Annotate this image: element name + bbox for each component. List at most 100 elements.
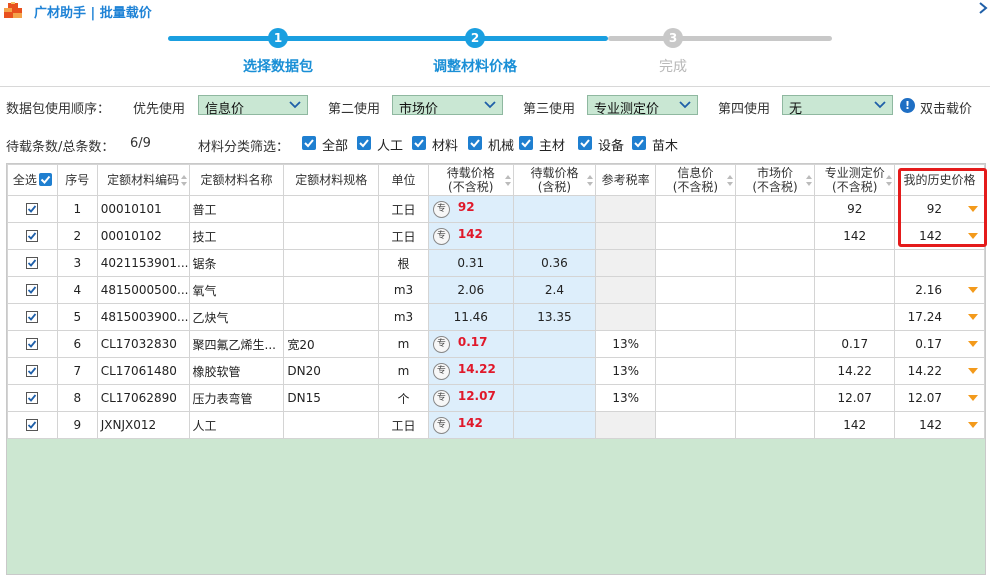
history-price-cell[interactable]: 142 [894, 411, 985, 439]
pending-in-cell[interactable] [512, 222, 597, 250]
dropdown-triangle-icon[interactable] [968, 368, 978, 374]
table-row[interactable]: 1 00010101 普工 工日专 92 92 92 [7, 195, 985, 223]
filter-checkbox-3[interactable] [468, 136, 482, 150]
filter-checkbox-0[interactable] [302, 136, 316, 150]
history-price-header[interactable]: 我的历史价格 [894, 164, 985, 196]
pending-in-cell[interactable]: 2.4 [512, 276, 597, 304]
dropdown-triangle-icon[interactable] [968, 233, 978, 239]
row-select-cell[interactable] [7, 357, 58, 385]
history-price-cell[interactable]: 92 [894, 195, 985, 223]
seq-header[interactable]: 序号 [56, 164, 98, 196]
history-price-cell[interactable]: 14.22 [894, 357, 985, 385]
row-checkbox[interactable] [26, 338, 39, 350]
filter-option-label[interactable]: 设备 [598, 135, 624, 154]
pending-ex-cell[interactable]: 专 92 [427, 195, 514, 223]
table-row[interactable]: 2 00010102 技工 工日专 142 142 142 [7, 222, 985, 250]
row-checkbox[interactable] [26, 257, 39, 269]
row-select-cell[interactable] [7, 222, 58, 250]
step-1-label[interactable]: 选择数据包 [218, 56, 338, 76]
row-select-cell[interactable] [7, 411, 58, 439]
table-row[interactable]: 9 JXNJX012 人工 工日专 142 142 142 [7, 411, 985, 439]
filter-option-label[interactable]: 人工 [377, 135, 403, 154]
row-select-cell[interactable] [7, 276, 58, 304]
name-header[interactable]: 定额材料名称 [188, 164, 285, 196]
dropdown-triangle-icon[interactable] [968, 422, 978, 428]
filter-checkbox-2[interactable] [412, 136, 426, 150]
pending-ex-header[interactable]: 待载价格 (不含税) [427, 164, 514, 196]
history-price-cell[interactable]: 142 [894, 222, 985, 250]
fourth-use-dropdown[interactable]: 无 [782, 95, 893, 117]
progress-stepper: 1 选择数据包 2 调整材料价格 3 完成 [0, 22, 990, 84]
dropdown-triangle-icon[interactable] [968, 206, 978, 212]
dropdown-triangle-icon[interactable] [968, 287, 978, 293]
row-checkbox[interactable] [26, 392, 39, 404]
table-row[interactable]: 3 4021153901... 锯条 根 0.31 0.36 [7, 249, 985, 277]
history-price-cell[interactable]: 2.16 [894, 276, 985, 304]
history-price-cell[interactable]: 17.24 [894, 303, 985, 331]
filter-option-label[interactable]: 机械 [488, 135, 514, 154]
third-use-dropdown[interactable]: 专业测定价 [587, 95, 698, 117]
first-use-dropdown[interactable]: 信息价 [198, 95, 308, 117]
unit-header[interactable]: 单位 [378, 164, 429, 196]
info-price-header[interactable]: 信息价 (不含税) [655, 164, 736, 196]
pending-in-cell[interactable] [512, 330, 597, 358]
filter-checkbox-5[interactable] [578, 136, 592, 150]
table-row[interactable]: 4 4815000500... 氧气 m3 2.06 2.4 2.16 [7, 276, 985, 304]
row-checkbox[interactable] [26, 203, 39, 215]
second-use-dropdown[interactable]: 市场价 [392, 95, 503, 117]
info-icon[interactable]: ! [900, 98, 915, 113]
double-click-load-price[interactable]: 双击载价 [920, 98, 972, 117]
row-select-cell[interactable] [7, 384, 58, 412]
step-2-label[interactable]: 调整材料价格 [415, 56, 535, 76]
pending-in-cell[interactable]: 0.36 [512, 249, 597, 277]
tax-header[interactable]: 参考税率 [595, 164, 657, 196]
select-all-header[interactable]: 全选 [7, 164, 58, 196]
filter-option-label[interactable]: 全部 [322, 135, 348, 154]
spec-header[interactable]: 定额材料规格 [283, 164, 380, 196]
row-select-cell[interactable] [7, 303, 58, 331]
history-price-cell[interactable]: 12.07 [894, 384, 985, 412]
pending-ex-cell[interactable]: 专 142 [427, 411, 514, 439]
pending-in-cell[interactable] [512, 411, 597, 439]
market-price-header[interactable]: 市场价 (不含税) [734, 164, 816, 196]
pending-in-cell[interactable] [512, 384, 597, 412]
pending-in-cell[interactable] [512, 195, 597, 223]
table-row[interactable]: 5 4815003900... 乙炔气 m3 11.46 13.35 17.24 [7, 303, 985, 331]
pending-ex-cell[interactable]: 2.06 [427, 276, 514, 304]
row-checkbox[interactable] [26, 311, 39, 323]
filter-checkbox-1[interactable] [357, 136, 371, 150]
pending-in-header[interactable]: 待载价格 (含税) [512, 164, 597, 196]
pending-ex-cell[interactable]: 11.46 [427, 303, 514, 331]
pending-ex-cell[interactable]: 专 14.22 [427, 357, 514, 385]
history-price-cell[interactable] [894, 249, 985, 277]
filter-checkbox-6[interactable] [632, 136, 646, 150]
dropdown-triangle-icon[interactable] [968, 395, 978, 401]
dropdown-triangle-icon[interactable] [968, 314, 978, 320]
row-select-cell[interactable] [7, 249, 58, 277]
row-checkbox[interactable] [26, 419, 39, 431]
row-checkbox[interactable] [26, 365, 39, 377]
select-all-checkbox[interactable] [38, 173, 52, 186]
table-row[interactable]: 8 CL17062890 压力表弯管 DN15 个专 12.07 13% 12.07 12.07 [7, 384, 985, 412]
code-header[interactable]: 定额材料编码 [96, 164, 190, 196]
row-select-cell[interactable] [7, 330, 58, 358]
filter-option-label[interactable]: 主材 [539, 135, 565, 154]
filter-option-label[interactable]: 苗木 [652, 135, 678, 154]
table-row[interactable]: 6 CL17032830 聚四氟乙烯生... 宽20 m 专 0.17 13% 0.17 0.17 [7, 330, 985, 358]
row-checkbox[interactable] [26, 284, 39, 296]
pending-ex-cell[interactable]: 专 12.07 [427, 384, 514, 412]
pending-ex-cell[interactable]: 0.31 [427, 249, 514, 277]
pending-in-cell[interactable] [512, 357, 597, 385]
pro-price-header[interactable]: 专业测定价 (不含税) [814, 164, 896, 196]
filter-checkbox-4[interactable] [519, 136, 533, 150]
dropdown-triangle-icon[interactable] [968, 341, 978, 347]
row-select-cell[interactable] [7, 195, 58, 223]
chevron-right-icon[interactable] [978, 2, 988, 14]
pending-ex-cell[interactable]: 专 142 [427, 222, 514, 250]
pending-in-cell[interactable]: 13.35 [512, 303, 597, 331]
row-checkbox[interactable] [26, 230, 39, 242]
history-price-cell[interactable]: 0.17 [894, 330, 985, 358]
filter-option-label[interactable]: 材料 [432, 135, 458, 154]
pending-ex-cell[interactable]: 专 0.17 [427, 330, 514, 358]
table-row[interactable]: 7 CL17061480 橡胶软管 DN20 m 专 14.22 13% 14.22 14.22 [7, 357, 985, 385]
